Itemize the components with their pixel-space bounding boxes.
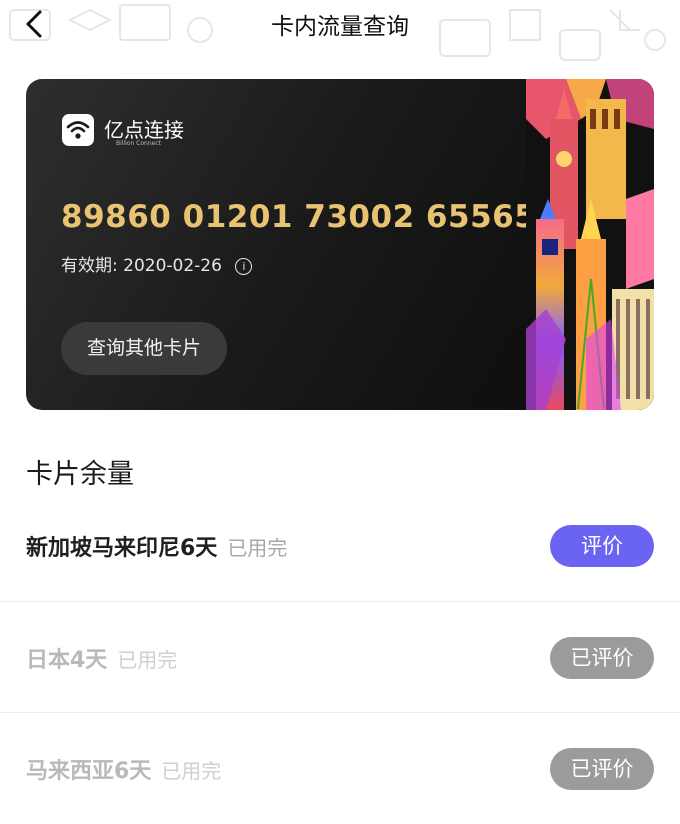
top-bar: 卡内流量查询	[0, 0, 680, 50]
plan-status: 已用完	[227, 536, 288, 560]
sim-card-panel: 亿点连接 Billion Connect 89860 01201 73002 6…	[26, 79, 654, 410]
plan-name-text: 新加坡马来印尼6天	[26, 536, 218, 561]
plan-name: 新加坡马来印尼6天 已用完	[26, 530, 287, 562]
brand-name: 亿点连接	[104, 118, 184, 142]
validity-date: 2020-02-26	[123, 256, 222, 276]
rated-button[interactable]: 已评价	[550, 637, 654, 679]
list-item: 马来西亚6天 已用完 已评价	[0, 713, 680, 823]
section-title: 卡片余量	[26, 459, 134, 490]
rate-button[interactable]: 评价	[550, 525, 654, 567]
plan-name-text: 日本4天	[26, 648, 108, 673]
plan-name-text: 马来西亚6天	[26, 759, 152, 784]
query-other-cards-button[interactable]: 查询其他卡片	[61, 322, 227, 375]
list-item: 日本4天 已用完 已评价	[0, 602, 680, 712]
rated-button[interactable]: 已评价	[550, 748, 654, 790]
plan-name: 马来西亚6天 已用完	[26, 753, 221, 785]
validity-label: 有效期:	[61, 256, 118, 276]
plan-status: 已用完	[161, 759, 222, 783]
landmarks-illustration	[526, 79, 654, 410]
card-number: 89860 01201 73002 65565	[61, 199, 537, 235]
plan-status: 已用完	[117, 648, 178, 672]
plan-name: 日本4天 已用完	[26, 642, 177, 674]
validity-row: 有效期: 2020-02-26 i	[61, 251, 253, 276]
wifi-icon	[62, 114, 94, 146]
info-icon[interactable]: i	[235, 258, 253, 275]
brand-subtitle: Billion Connect	[116, 140, 161, 147]
page-title: 卡内流量查询	[271, 14, 409, 40]
list-item: 新加坡马来印尼6天 已用完 评价	[0, 492, 680, 602]
